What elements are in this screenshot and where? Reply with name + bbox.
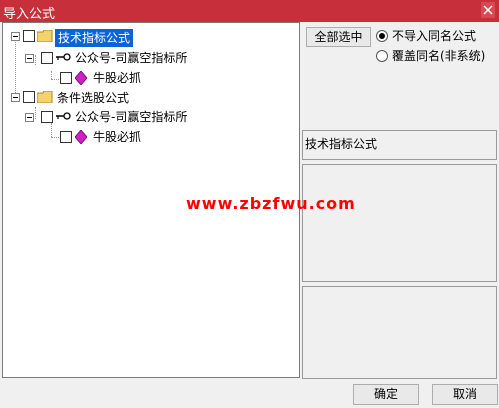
formula-text-panel[interactable] [302, 286, 497, 379]
group-checkbox[interactable] [23, 30, 35, 42]
radio-label: 覆盖同名(非系统) [392, 49, 486, 63]
close-icon[interactable] [481, 2, 495, 18]
collapse-toggle[interactable] [11, 32, 20, 41]
select-all-button[interactable]: 全部选中 [306, 27, 371, 47]
leaf-label: 牛股必抓 [93, 130, 142, 144]
item-checkbox[interactable] [41, 111, 53, 123]
folder-icon [37, 30, 53, 42]
radio-no-import[interactable]: 不导入同名公式 [376, 27, 476, 44]
collapse-toggle[interactable] [25, 113, 34, 122]
radio-label: 不导入同名公式 [392, 29, 477, 43]
radio-button[interactable] [376, 29, 388, 42]
title-bar: 导入公式 [0, 0, 499, 22]
window-title: 导入公式 [3, 7, 56, 22]
key-icon [56, 112, 71, 120]
item-label: 公众号-司赢空指标所 [75, 110, 188, 124]
diamond-icon [75, 71, 87, 85]
item-checkbox[interactable] [41, 52, 53, 64]
item-label: 公众号-司赢空指标所 [75, 51, 188, 65]
cancel-button[interactable]: 取消 [432, 384, 498, 405]
leaf-checkbox[interactable] [60, 131, 72, 143]
diamond-icon [75, 130, 87, 144]
tree-leaf-formula[interactable]: 牛股必抓 [3, 69, 203, 87]
radio-overwrite[interactable]: 覆盖同名(非系统) [376, 47, 485, 64]
tree-item-author[interactable]: 公众号-司赢空指标所 [3, 109, 223, 127]
leaf-label: 牛股必抓 [93, 71, 142, 85]
description-panel[interactable] [302, 164, 497, 282]
key-icon [56, 53, 71, 61]
radio-button[interactable] [376, 49, 388, 62]
tree-leaf-formula[interactable]: 牛股必抓 [3, 129, 203, 147]
group-label[interactable]: 技术指标公式 [55, 29, 134, 47]
tree-group-screening[interactable]: 条件选股公式 [3, 89, 203, 107]
tree-item-author[interactable]: 公众号-司赢空指标所 [3, 49, 223, 67]
group-checkbox[interactable] [23, 91, 35, 103]
tree-group-technical[interactable]: 技术指标公式 [3, 29, 203, 47]
category-label: 技术指标公式 [305, 137, 378, 151]
collapse-toggle[interactable] [25, 54, 34, 63]
leaf-checkbox[interactable] [60, 72, 72, 84]
category-panel: 技术指标公式 [302, 130, 497, 160]
folder-icon [37, 91, 53, 103]
group-label[interactable]: 条件选股公式 [57, 90, 129, 106]
collapse-toggle[interactable] [11, 93, 20, 102]
watermark-text: www.zbzfwu.com [186, 194, 356, 213]
ok-button[interactable]: 确定 [353, 384, 419, 405]
